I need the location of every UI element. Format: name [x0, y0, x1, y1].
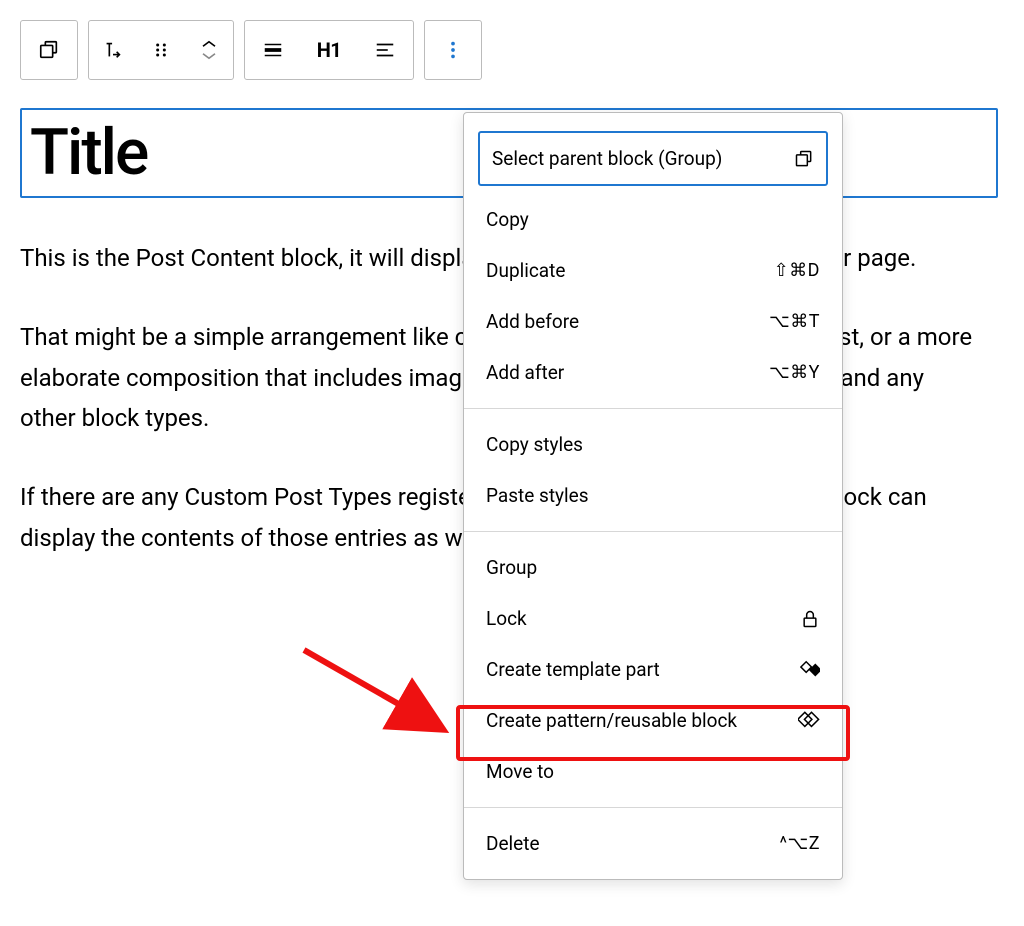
group-icon	[38, 39, 60, 61]
menu-create-template-part[interactable]: Create template part	[464, 644, 842, 695]
chevron-up-icon	[200, 38, 218, 50]
more-options-button[interactable]	[425, 21, 481, 79]
heading-level-button[interactable]: H1	[301, 21, 357, 79]
align-button[interactable]	[245, 21, 301, 79]
transform-icon	[102, 39, 124, 61]
menu-move-to[interactable]: Move to	[464, 746, 842, 797]
menu-add-before[interactable]: Add before ⌥⌘T	[464, 296, 842, 347]
menu-create-pattern[interactable]: Create pattern/reusable block	[464, 695, 842, 746]
drag-handle[interactable]	[137, 21, 185, 79]
block-options-menu: Select parent block (Group) Copy Duplica…	[463, 112, 843, 880]
text-align-icon	[374, 39, 396, 61]
menu-copy-styles[interactable]: Copy styles	[464, 419, 842, 470]
drag-icon	[151, 40, 171, 60]
menu-label: Add after	[486, 361, 564, 384]
toolbar-group-more	[424, 20, 482, 80]
menu-select-parent[interactable]: Select parent block (Group)	[478, 131, 828, 186]
menu-group[interactable]: Group	[464, 542, 842, 593]
menu-shortcut: ⌥⌘T	[769, 311, 820, 332]
menu-label: Duplicate	[486, 259, 565, 282]
transform-button[interactable]	[89, 21, 137, 79]
menu-label: Create pattern/reusable block	[486, 709, 737, 732]
align-icon	[262, 39, 284, 61]
menu-label: Copy styles	[486, 433, 583, 456]
heading-level-label: H1	[317, 38, 342, 62]
post-title-text: Title	[30, 121, 147, 185]
group-icon	[794, 149, 814, 169]
move-up-down[interactable]	[185, 21, 233, 79]
menu-copy[interactable]: Copy	[464, 194, 842, 245]
menu-label: Paste styles	[486, 484, 589, 507]
menu-label: Copy	[486, 208, 529, 231]
menu-shortcut: ⌥⌘Y	[769, 362, 820, 383]
chevron-down-icon	[200, 50, 218, 62]
menu-label: Add before	[486, 310, 579, 333]
template-part-icon	[800, 660, 820, 680]
menu-label: Move to	[486, 760, 554, 783]
menu-label: Create template part	[486, 658, 660, 681]
menu-lock[interactable]: Lock	[464, 593, 842, 644]
menu-paste-styles[interactable]: Paste styles	[464, 470, 842, 521]
block-toolbar: H1	[20, 20, 492, 80]
menu-label: Group	[486, 556, 537, 579]
menu-label: Select parent block (Group)	[492, 147, 722, 170]
reusable-block-icon	[798, 711, 820, 731]
menu-label: Delete	[486, 832, 540, 855]
menu-shortcut: ⇧⌘D	[774, 260, 820, 281]
toolbar-group-transform	[88, 20, 234, 80]
more-vertical-icon	[442, 39, 464, 61]
lock-icon	[800, 609, 820, 629]
annotation-arrow	[294, 640, 464, 750]
menu-add-after[interactable]: Add after ⌥⌘Y	[464, 347, 842, 398]
toolbar-group-align: H1	[244, 20, 414, 80]
menu-shortcut: ^⌥Z	[779, 833, 820, 854]
parent-block-button[interactable]	[21, 21, 77, 79]
menu-delete[interactable]: Delete ^⌥Z	[464, 818, 842, 869]
menu-label: Lock	[486, 607, 527, 630]
toolbar-group-parent	[20, 20, 78, 80]
menu-duplicate[interactable]: Duplicate ⇧⌘D	[464, 245, 842, 296]
text-align-button[interactable]	[357, 21, 413, 79]
